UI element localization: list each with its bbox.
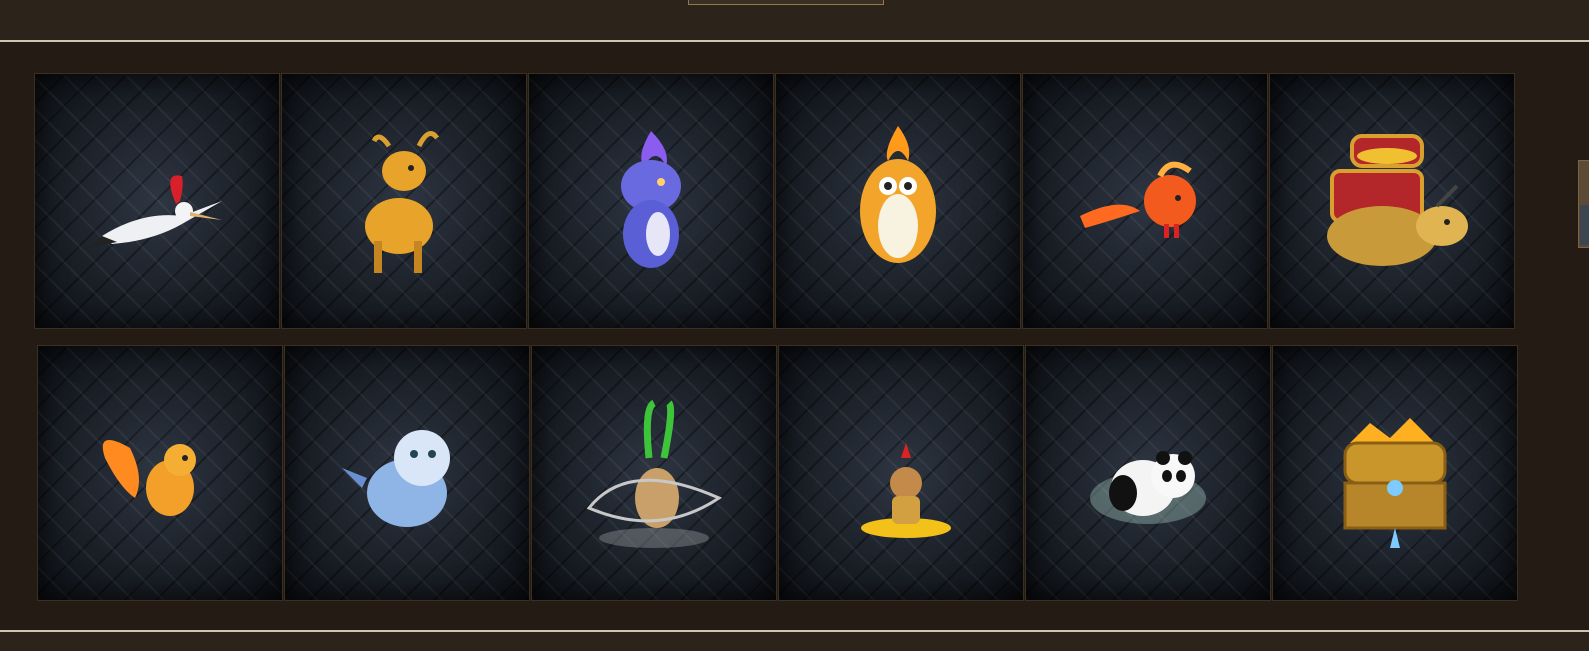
crane-icon: [87, 175, 222, 248]
pet-tile[interactable]: [1269, 73, 1515, 329]
purple-spirit-cat-icon: [621, 131, 681, 268]
pet-tile[interactable]: [528, 73, 774, 329]
phoenix-chick-icon: [1080, 161, 1196, 238]
pet-tile[interactable]: [34, 73, 280, 329]
tribal-warrior-icon: [861, 443, 951, 538]
panda-icon: [1090, 451, 1206, 524]
pet-tile[interactable]: [37, 345, 283, 601]
pet-tile[interactable]: [284, 345, 530, 601]
pet-tile[interactable]: [1022, 73, 1268, 329]
mantis-warrior-icon: [586, 399, 723, 548]
fire-owl-icon: [860, 126, 936, 263]
pet-tile[interactable]: [1272, 345, 1518, 601]
pet-tile[interactable]: [1025, 345, 1271, 601]
side-scroll-handle[interactable]: [1578, 160, 1589, 248]
ice-lion-cub-icon: [342, 430, 450, 527]
bottom-divider: [0, 630, 1589, 632]
fire-squirrel-icon: [102, 440, 196, 516]
pet-tile[interactable]: [775, 73, 1021, 329]
pet-tile[interactable]: [531, 345, 777, 601]
golden-treasure-chest-icon: [1343, 418, 1447, 548]
pet-tile[interactable]: [778, 345, 1024, 601]
pet-tile[interactable]: [281, 73, 527, 329]
treasure-turtle-dragon-icon: [1327, 134, 1468, 266]
top-tab-button[interactable]: [688, 0, 884, 5]
golden-deer-icon: [365, 131, 440, 273]
